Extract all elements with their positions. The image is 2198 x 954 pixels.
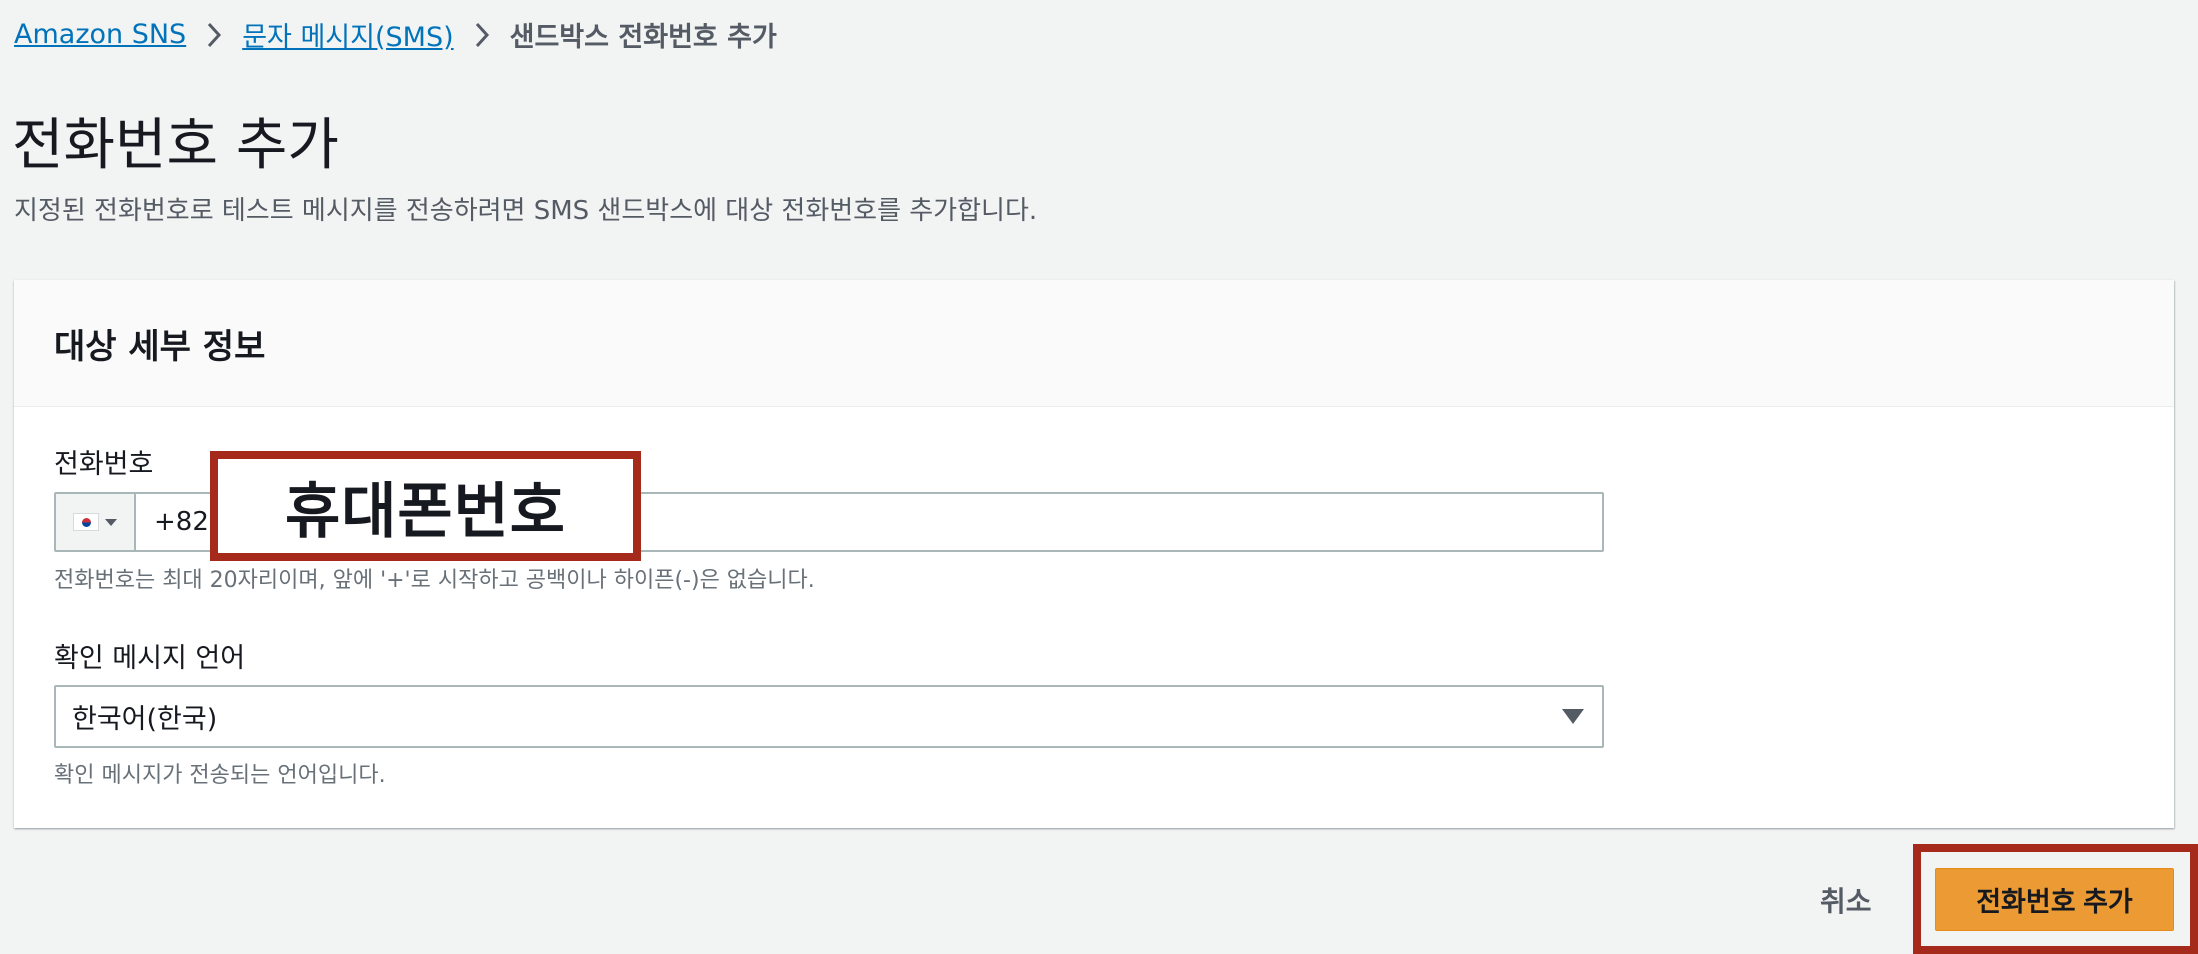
language-label: 확인 메시지 언어 xyxy=(54,643,246,674)
language-select[interactable]: 한국어(한국) xyxy=(54,685,1604,748)
annotation-box-phone: 휴대폰번호 xyxy=(210,451,641,561)
annotation-label: 휴대폰번호 xyxy=(285,476,566,547)
caret-down-icon xyxy=(105,518,117,526)
card-title: 대상 세부 정보 xyxy=(54,326,266,367)
page-title: 전화번호 추가 xyxy=(12,113,339,178)
south-korea-flag-icon xyxy=(73,513,99,531)
chevron-right-icon xyxy=(186,19,242,50)
language-hint: 확인 메시지가 전송되는 언어입니다. xyxy=(54,763,386,788)
chevron-right-icon xyxy=(454,19,510,50)
card-header: 대상 세부 정보 xyxy=(14,280,2174,407)
breadcrumb: Amazon SNS 문자 메시지(SMS) 샌드박스 전화번호 추가 xyxy=(14,14,777,54)
language-selected-value: 한국어(한국) xyxy=(72,704,218,735)
page: Amazon SNS 문자 메시지(SMS) 샌드박스 전화번호 추가 전화번호… xyxy=(0,0,2198,954)
breadcrumb-current: 샌드박스 전화번호 추가 xyxy=(509,21,777,53)
breadcrumb-link-sms[interactable]: 문자 메시지(SMS) xyxy=(242,15,453,54)
phone-number-input[interactable]: +82 xyxy=(136,507,209,537)
phone-number-hint: 전화번호는 최대 20자리이며, 앞에 '+'로 시작하고 공백이나 하이픈(-… xyxy=(54,568,815,593)
caret-down-icon xyxy=(1562,709,1584,724)
page-description: 지정된 전화번호로 테스트 메시지를 전송하려면 SMS 샌드박스에 대상 전화… xyxy=(14,196,1038,226)
cancel-button[interactable]: 취소 xyxy=(1820,880,1872,920)
phone-number-label: 전화번호 xyxy=(54,449,154,480)
add-phone-number-button[interactable]: 전화번호 추가 xyxy=(1935,868,2174,931)
breadcrumb-link-sns[interactable]: Amazon SNS xyxy=(14,19,186,50)
country-code-select[interactable] xyxy=(56,494,136,550)
